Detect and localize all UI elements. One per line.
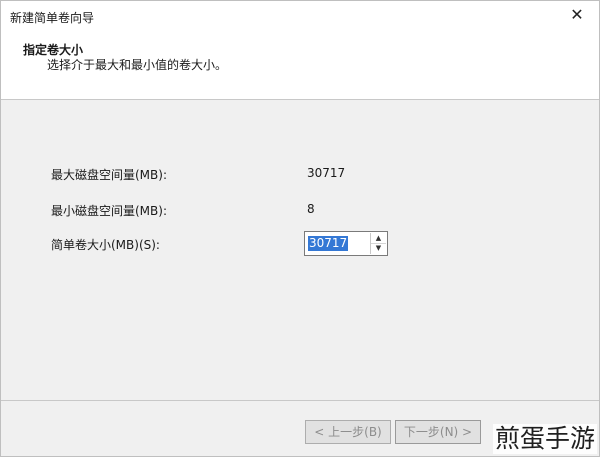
stepper-buttons: ▲ ▼ [370,233,386,254]
arrow-down-icon: ▼ [375,244,382,252]
max-space-value: 30717 [307,166,346,180]
close-button[interactable]: ✕ [563,4,591,26]
wizard-window: 新建简单卷向导 ✕ 指定卷大小 选择介于最大和最小值的卷大小。 最大磁盘空间量(… [0,0,600,457]
stepper-down-button[interactable]: ▼ [371,243,386,253]
volume-size-label: 简单卷大小(MB)(S): [51,238,160,252]
volume-size-input-value: 30717 [308,236,349,251]
window-title: 新建简单卷向导 [10,11,95,25]
wizard-header: 指定卷大小 选择介于最大和最小值的卷大小。 [1,31,599,99]
title-bar: 新建简单卷向导 ✕ [1,1,599,31]
watermark: 煎蛋手游 [492,424,597,454]
min-space-label: 最小磁盘空间量(MB): [51,204,167,218]
page-subtitle: 选择介于最大和最小值的卷大小。 [47,58,228,72]
back-button[interactable]: < 上一步(B) [305,420,391,444]
min-space-value: 8 [307,202,315,216]
wizard-footer: < 上一步(B) 下一步(N) > 煎蛋手游 [1,401,599,456]
volume-size-stepper[interactable]: 30717 ▲ ▼ [304,231,388,256]
next-button[interactable]: 下一步(N) > [395,420,481,444]
wizard-content: 最大磁盘空间量(MB): 30717 最小磁盘空间量(MB): 8 简单卷大小(… [1,100,599,400]
volume-size-input[interactable]: 30717 [306,233,370,254]
close-icon: ✕ [570,5,584,24]
max-space-label: 最大磁盘空间量(MB): [51,168,167,182]
arrow-up-icon: ▲ [375,234,382,242]
